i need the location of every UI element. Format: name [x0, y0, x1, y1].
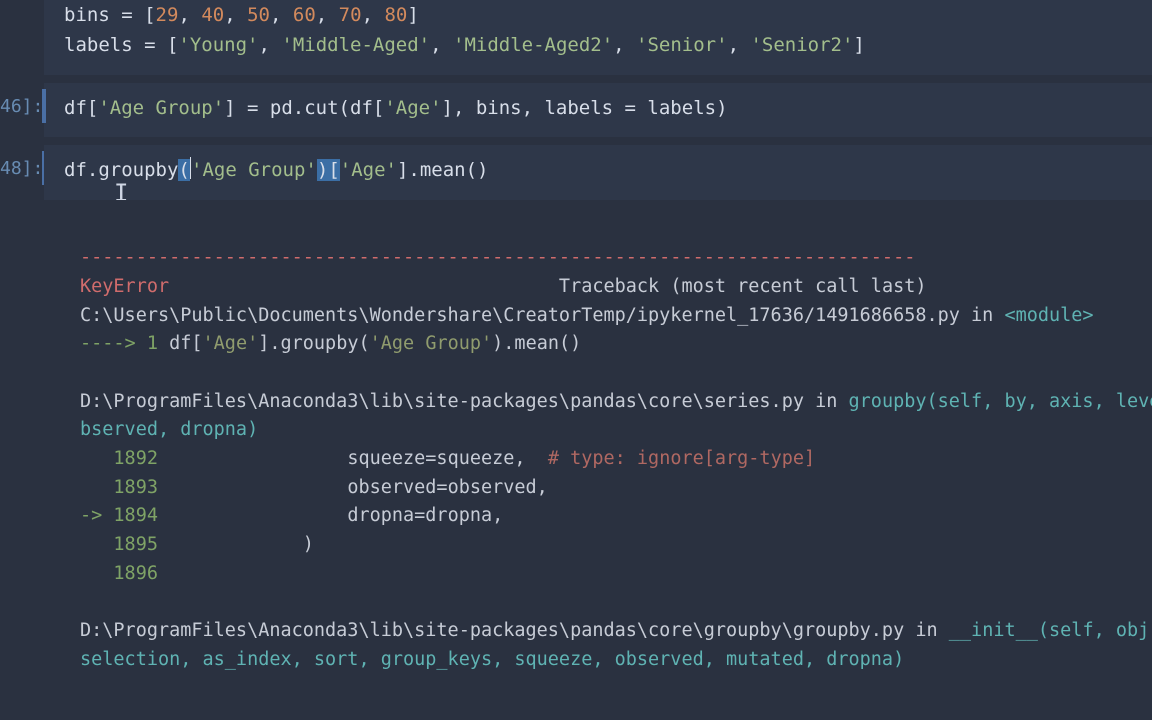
code-num: 29 — [156, 4, 179, 26]
code-cell-bins-labels: bins = [29, 40, 50, 60, 70, 80] labels =… — [0, 0, 1152, 75]
ibeam-cursor-icon: I — [114, 181, 128, 199]
prompt-label: 48]: — [0, 158, 43, 179]
code-cell-groupby: 48]: df.groupby('Age Group')['Age'].mean… — [0, 145, 1152, 199]
code-input[interactable]: df.groupby('Age Group')['Age'].mean() I — [44, 145, 1152, 199]
trace-comment: # type: ignore[arg-type] — [548, 448, 815, 469]
traceback-output: ----------------------------------------… — [0, 208, 1152, 683]
code-input[interactable]: bins = [29, 40, 50, 60, 70, 80] labels =… — [44, 0, 1152, 75]
trace-arrow: -> — [80, 505, 113, 526]
cell-prompt: 48]: — [0, 145, 44, 199]
code-token: bins — [64, 4, 110, 26]
cell-prompt — [0, 0, 44, 75]
trace-lineno: 1 — [147, 333, 158, 354]
code-input[interactable]: df['Age Group'] = pd.cut(df['Age'], bins… — [44, 83, 1152, 137]
active-cell-bar — [42, 89, 46, 123]
bracket-highlight: ( — [178, 159, 189, 181]
trace-lineno: 1894 — [113, 505, 158, 526]
trace-filepath: C:\Users\Public\Documents\Wondershare\Cr… — [80, 305, 960, 326]
trace-funcname: groupby — [849, 391, 927, 412]
trace-filepath: D:\ProgramFiles\Anaconda3\lib\site-packa… — [80, 620, 904, 641]
trace-lineno: 1892 — [113, 448, 158, 469]
error-divider: ----------------------------------------… — [80, 247, 915, 268]
trace-arrow: ----> — [80, 333, 147, 354]
trace-lineno: 1895 — [113, 534, 158, 555]
bracket-highlight: [ — [328, 159, 339, 181]
cell-prompt: 46]: — [0, 83, 44, 137]
code-cell-pdcut: 46]: df['Age Group'] = pd.cut(df['Age'],… — [0, 83, 1152, 137]
error-name: KeyError — [80, 276, 169, 297]
code-token: = — [110, 4, 144, 26]
trace-funcname: __init__ — [949, 620, 1038, 641]
trace-module: <module> — [1004, 305, 1093, 326]
traceback-header: Traceback (most recent call last) — [169, 276, 926, 297]
trace-lineno: 1893 — [113, 477, 158, 498]
bracket-highlight: ) — [317, 159, 328, 181]
trace-lineno: 1896 — [113, 563, 158, 584]
trace-filepath: D:\ProgramFiles\Anaconda3\lib\site-packa… — [80, 391, 804, 412]
prompt-label: 46]: — [0, 96, 43, 117]
code-token: [ — [144, 4, 155, 26]
